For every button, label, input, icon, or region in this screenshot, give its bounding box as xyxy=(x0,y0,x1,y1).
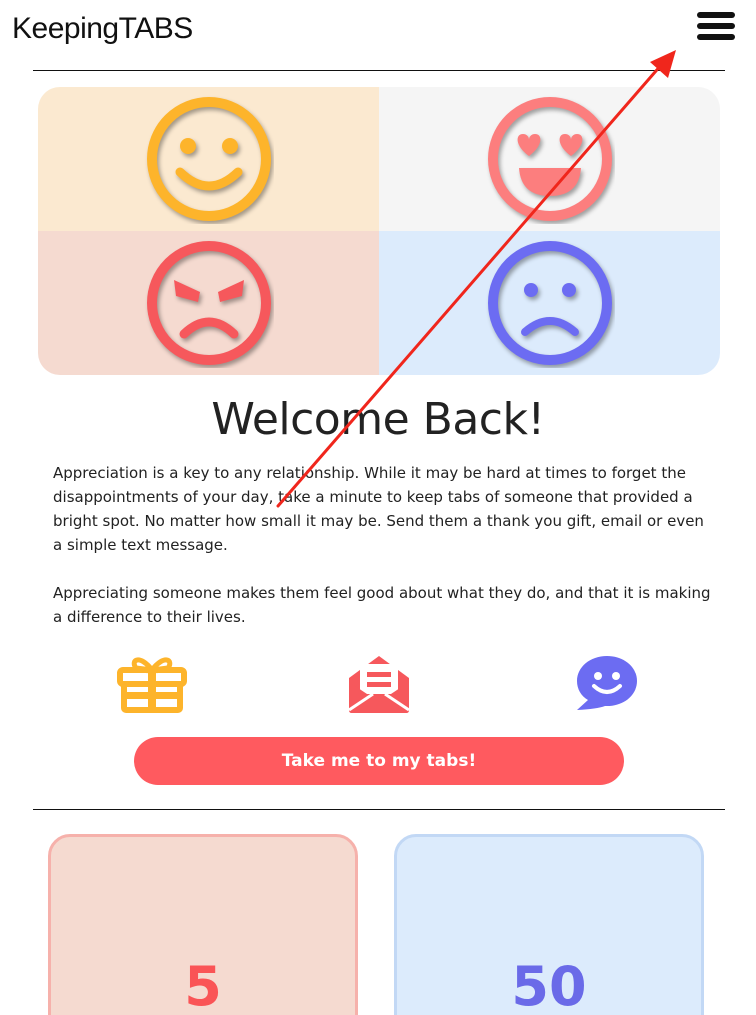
mood-grid xyxy=(38,87,720,375)
section-divider xyxy=(33,809,725,810)
take-me-to-tabs-button[interactable]: Take me to my tabs! xyxy=(134,737,624,785)
gift-icon[interactable] xyxy=(116,652,188,714)
stat-card-left[interactable]: 5 xyxy=(48,834,358,1015)
hamburger-menu-icon[interactable] xyxy=(697,12,735,46)
heart-eyes-face-icon xyxy=(487,97,612,221)
page-title: Welcome Back! xyxy=(211,394,545,445)
intro-paragraph: Appreciation is a key to any relationshi… xyxy=(53,464,704,554)
mood-cell-love[interactable] xyxy=(379,87,720,231)
mood-cell-happy[interactable] xyxy=(38,87,379,231)
open-envelope-icon[interactable] xyxy=(347,652,411,714)
mood-cell-sad[interactable] xyxy=(379,231,720,375)
page: KeepingTABS Welcome Back! Appreciation i… xyxy=(0,0,756,1015)
mood-cell-angry[interactable] xyxy=(38,231,379,375)
stat-card-right[interactable]: 50 xyxy=(394,834,704,1015)
second-paragraph: Appreciating someone makes them feel goo… xyxy=(53,584,711,626)
smile-face-icon xyxy=(146,97,271,221)
header-divider xyxy=(33,70,725,71)
stat-value: 50 xyxy=(511,955,587,1015)
stat-value: 5 xyxy=(184,955,222,1015)
chat-bubble-icon[interactable] xyxy=(575,654,639,712)
sad-face-icon xyxy=(487,241,612,365)
angry-face-icon xyxy=(146,241,271,365)
brand-logo[interactable]: KeepingTABS xyxy=(12,12,193,46)
